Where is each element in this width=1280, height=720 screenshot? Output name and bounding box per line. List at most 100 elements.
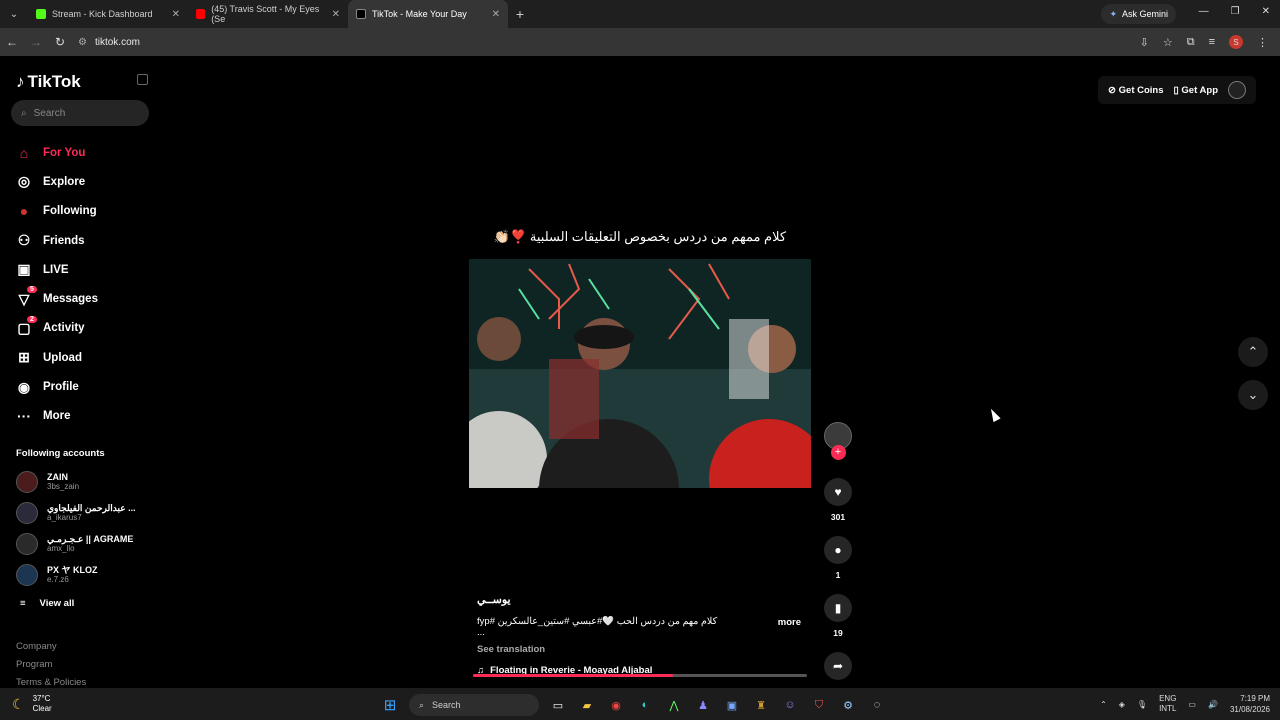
get-app-button[interactable]: ▯ Get App bbox=[1174, 85, 1218, 96]
volume-icon[interactable]: 🔊 bbox=[1208, 700, 1218, 709]
tiktok-note-icon: ♪ bbox=[16, 72, 25, 91]
nav-live[interactable]: ▣ LIVE bbox=[16, 255, 98, 284]
comment-button[interactable]: ● 1 bbox=[821, 536, 855, 580]
view-all-button[interactable]: ≡ View all bbox=[20, 598, 74, 609]
nav-label: Activity bbox=[43, 322, 85, 335]
tab-youtube[interactable]: (45) Travis Scott - My Eyes (Se ✕ bbox=[188, 0, 348, 28]
tab-tiktok[interactable]: TikTok - Make Your Day ✕ bbox=[348, 0, 508, 28]
display-icon[interactable]: ▭ bbox=[1188, 700, 1196, 709]
footer-link-program[interactable]: Program bbox=[16, 656, 86, 674]
bookmark-star-icon[interactable]: ☆ bbox=[1163, 36, 1173, 49]
messages-icon: ▽ bbox=[18, 290, 30, 307]
nav-activity[interactable]: ▢ 2 Activity bbox=[16, 314, 98, 343]
video-meta: يوســي كلام مهم من دردس الحب 🤍#عبسي #ستي… bbox=[477, 593, 807, 676]
reload-icon[interactable]: ↻ bbox=[48, 35, 72, 49]
video-player[interactable] bbox=[469, 259, 811, 488]
footer-links: Company Program Terms & Policies bbox=[16, 638, 86, 692]
obs-icon[interactable]: ◌ bbox=[867, 695, 887, 715]
app-window-icon[interactable]: ▣ bbox=[722, 695, 742, 715]
system-tray: ⌃ ◈ 🎙 ENG INTL ▭ 🔊 7:19 PM 31/08/2026 bbox=[1100, 693, 1270, 715]
previous-video-button[interactable]: ⌃ bbox=[1238, 337, 1268, 367]
steam-icon[interactable]: ⚙ bbox=[838, 695, 858, 715]
network-app-icon[interactable]: ◈ bbox=[1119, 700, 1125, 709]
nav-label: Friends bbox=[43, 234, 85, 247]
next-video-button[interactable]: ⌄ bbox=[1238, 380, 1268, 410]
follow-plus-icon[interactable]: + bbox=[830, 445, 846, 460]
chrome-icon[interactable]: ◉ bbox=[606, 695, 626, 715]
nav-following[interactable]: ● Following bbox=[16, 197, 98, 226]
get-coins-button[interactable]: ⊘ Get Coins bbox=[1108, 85, 1163, 96]
taskbar-search[interactable]: ⌕ Search bbox=[409, 694, 539, 716]
comment-count: 1 bbox=[835, 570, 841, 580]
site-info-icon[interactable]: ⚙ bbox=[78, 37, 87, 48]
extensions-icon[interactable]: ⧉ bbox=[1187, 36, 1195, 49]
close-window-icon[interactable]: ✕ bbox=[1262, 6, 1270, 17]
windows-start-icon[interactable]: ⊞ bbox=[380, 695, 400, 715]
edge-icon[interactable]: ◐ bbox=[635, 695, 655, 715]
footer-link-company[interactable]: Company bbox=[16, 638, 86, 656]
weather-widget[interactable]: ☾ 37°C Clear bbox=[12, 694, 52, 714]
discord-icon[interactable]: ☺ bbox=[780, 695, 800, 715]
collapse-sidebar-icon[interactable] bbox=[137, 74, 148, 85]
search-input[interactable]: ⌕ Search bbox=[11, 100, 149, 126]
task-view-icon[interactable]: ▭ bbox=[548, 695, 568, 715]
bookmark-icon: ▮ bbox=[824, 594, 852, 622]
windows-taskbar: ☾ 37°C Clear ⊞ ⌕ Search ▭ ▰ ◉ ◐ ⋀ ♟ ▣ ♜ ☺… bbox=[0, 688, 1280, 720]
nav-upload[interactable]: ⊞ Upload bbox=[16, 343, 98, 372]
kick-favicon-icon bbox=[36, 9, 46, 19]
close-icon[interactable]: ✕ bbox=[332, 9, 340, 20]
tab-search-icon[interactable]: ⌄ bbox=[0, 9, 28, 20]
nav-for-you[interactable]: ⌂ For You bbox=[16, 138, 98, 167]
nav-explore[interactable]: ◎ Explore bbox=[16, 167, 98, 196]
install-app-icon[interactable]: ⇩ bbox=[1140, 36, 1149, 49]
author-name[interactable]: يوســي bbox=[477, 593, 807, 606]
nav-friends[interactable]: ⚇ Friends bbox=[16, 226, 98, 255]
microphone-icon[interactable]: 🎙 bbox=[1137, 700, 1147, 709]
ask-gemini-button[interactable]: ✦ Ask Gemini bbox=[1101, 4, 1176, 24]
save-button[interactable]: ▮ 19 bbox=[821, 594, 855, 638]
messages-badge: 5 bbox=[27, 286, 37, 294]
list-item[interactable]: عـجـرمـي || AGRAME amx_llo bbox=[16, 528, 136, 559]
video-progress-bar[interactable] bbox=[473, 674, 807, 677]
app-icon[interactable]: ⋀ bbox=[664, 695, 684, 715]
nav-label: LIVE bbox=[43, 263, 69, 276]
browser-tab-strip: ⌄ Stream - Kick Dashboard ✕ (45) Travis … bbox=[0, 0, 1280, 28]
user-avatar[interactable] bbox=[1228, 81, 1246, 99]
moon-icon: ☾ bbox=[12, 696, 25, 712]
tiktok-logo[interactable]: ♪ TikTok bbox=[16, 72, 81, 92]
nav-profile[interactable]: ◉ Profile bbox=[16, 372, 98, 401]
media-controls-icon[interactable]: ≡ bbox=[1209, 36, 1215, 48]
restore-icon[interactable]: ❐ bbox=[1231, 6, 1240, 17]
lang-primary: ENG bbox=[1159, 694, 1177, 703]
list-item[interactable]: ZAIN 3bs_zain bbox=[16, 466, 136, 497]
nav-more[interactable]: ··· More bbox=[16, 402, 98, 431]
list-item[interactable]: PX ヤ KLOZ e.7.z6 bbox=[16, 559, 136, 590]
profile-avatar[interactable]: S bbox=[1229, 35, 1243, 49]
shield-icon[interactable]: ⛉ bbox=[809, 695, 829, 715]
account-handle: amx_llo bbox=[47, 544, 75, 553]
close-icon[interactable]: ✕ bbox=[172, 9, 180, 20]
new-tab-button[interactable]: + bbox=[508, 6, 532, 22]
teams-icon[interactable]: ♟ bbox=[693, 695, 713, 715]
minimize-icon[interactable]: — bbox=[1199, 6, 1209, 17]
time: 7:19 PM bbox=[1240, 694, 1270, 703]
more-button[interactable]: more bbox=[778, 617, 801, 628]
tab-kick[interactable]: Stream - Kick Dashboard ✕ bbox=[28, 0, 188, 28]
game-icon[interactable]: ♜ bbox=[751, 695, 771, 715]
see-translation-link[interactable]: See translation bbox=[477, 644, 807, 655]
menu-icon[interactable]: ⋮ bbox=[1257, 36, 1268, 49]
clock[interactable]: 7:19 PM 31/08/2026 bbox=[1230, 693, 1270, 715]
like-button[interactable]: ♥ 301 bbox=[821, 478, 855, 522]
language-indicator[interactable]: ENG INTL bbox=[1159, 694, 1176, 714]
chevron-up-icon[interactable]: ⌃ bbox=[1100, 700, 1107, 709]
nav-messages[interactable]: ▽ 5 Messages bbox=[16, 284, 98, 313]
url-field[interactable]: tiktok.com bbox=[95, 37, 140, 48]
nav-label: Upload bbox=[43, 351, 82, 364]
forward-icon[interactable]: → bbox=[24, 35, 48, 49]
video-actions: + ♥ 301 ● 1 ▮ 19 ➦ 1 bbox=[821, 422, 855, 696]
list-item[interactable]: عبدالرحمن الفيلجاوي ... a_ikarus7 bbox=[16, 497, 136, 528]
file-explorer-icon[interactable]: ▰ bbox=[577, 695, 597, 715]
close-icon[interactable]: ✕ bbox=[492, 9, 500, 20]
back-icon[interactable]: ← bbox=[0, 35, 24, 49]
video-caption-overlay: كلام ممهم من دردس بخصوص التعليقات السلبي… bbox=[493, 229, 787, 244]
